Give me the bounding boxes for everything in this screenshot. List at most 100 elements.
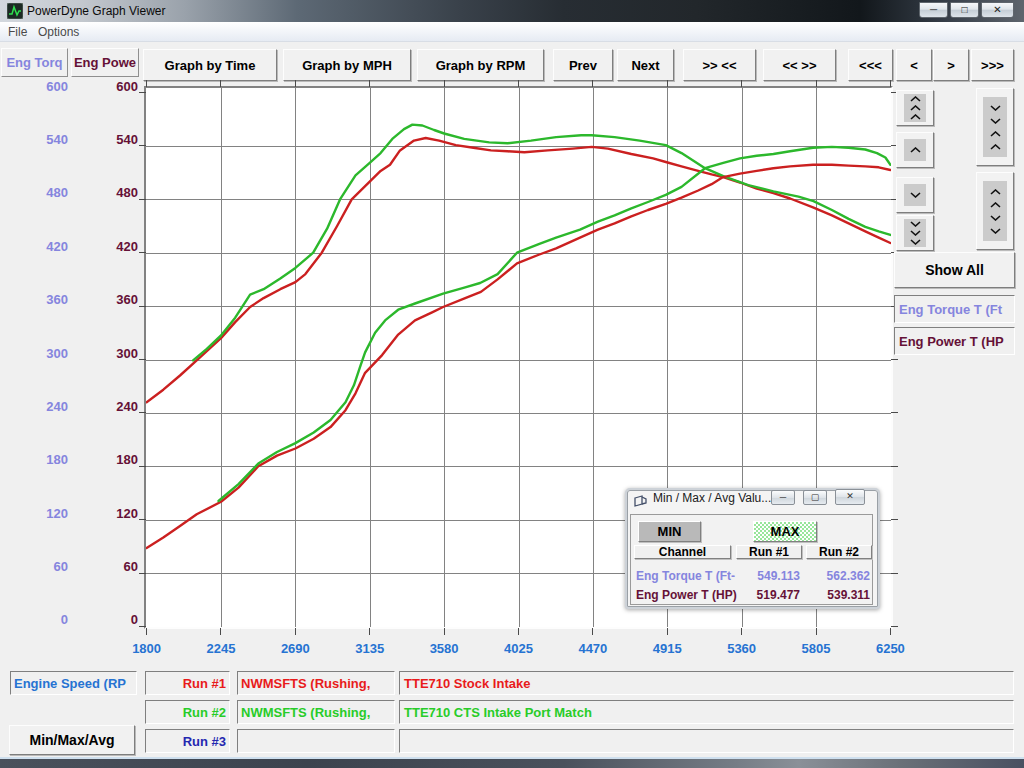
run-name-box-3 xyxy=(237,729,395,753)
y-axis-left-label: 60 xyxy=(28,559,68,574)
chevron-down-icon xyxy=(990,118,1001,124)
run-desc-1: TTE710 Stock Intake xyxy=(404,676,530,691)
zoom-out-button[interactable]: << >> xyxy=(763,49,836,81)
y-axis-left-label: 480 xyxy=(28,185,68,200)
menu-file[interactable]: File xyxy=(8,25,27,39)
y-tick-right xyxy=(891,359,898,360)
run-name-box-1: NWMSFTS (Rushing, xyxy=(237,671,395,695)
scroll-down-fast-button-inner xyxy=(904,219,926,247)
x-tick-top xyxy=(220,80,221,87)
x-tick-top xyxy=(146,80,147,87)
y-axis-right-label: 540 xyxy=(98,132,138,147)
y-tick-right xyxy=(891,519,898,520)
x-axis-label: 4915 xyxy=(637,641,697,656)
minmax-close-button[interactable]: ✕ xyxy=(835,489,865,505)
prev-button[interactable]: Prev xyxy=(553,49,613,81)
minmax-window-icon xyxy=(634,495,648,507)
scroll-down-button[interactable] xyxy=(896,177,934,213)
minmax-row-channel-1: Eng Torque T (Ft- xyxy=(636,569,735,583)
run-desc-2: TTE710 CTS Intake Port Match xyxy=(404,705,592,720)
minmax-minimize-button[interactable]: ─ xyxy=(771,490,795,505)
y-axis-right-label: 60 xyxy=(98,559,138,574)
y-axis-right-label: 360 xyxy=(98,292,138,307)
x-axis-label: 4025 xyxy=(489,641,549,656)
y-tick-left xyxy=(139,573,146,574)
window-title: PowerDyne Graph Viewer xyxy=(27,4,166,18)
y-tick-left xyxy=(139,306,146,307)
last-button[interactable]: >>> xyxy=(971,49,1014,81)
run-label-3: Run #3 xyxy=(183,734,226,749)
graph-by-rpm-button[interactable]: Graph by RPM xyxy=(417,49,544,81)
y-axis-right-label: 300 xyxy=(98,346,138,361)
chevron-up-icon xyxy=(910,114,921,120)
zoom-vertical-in-button[interactable] xyxy=(976,88,1014,166)
scroll-up-button-inner xyxy=(904,139,926,161)
x-tick-bottom xyxy=(518,628,519,635)
tab-eng-power[interactable]: Eng Powe xyxy=(71,48,139,77)
chevron-up-icon xyxy=(990,189,1001,195)
y-tick-right xyxy=(891,626,898,627)
minmax-row-run2-1: 562.362 xyxy=(806,569,870,583)
x-axis-label: 3135 xyxy=(340,641,400,656)
chevron-up-icon xyxy=(990,131,1001,137)
x-tick-top xyxy=(444,80,445,87)
x-tick-top xyxy=(295,80,296,87)
first-button[interactable]: <<< xyxy=(848,49,893,81)
chevron-down-icon xyxy=(990,215,1001,221)
chevron-up-icon xyxy=(910,147,921,153)
minmax-icon-wrap xyxy=(634,493,648,505)
zoom-vertical-out-button[interactable] xyxy=(976,172,1014,250)
graph-by-mph-button[interactable]: Graph by MPH xyxy=(283,49,411,81)
x-tick-top xyxy=(667,80,668,87)
x-axis-label: 5805 xyxy=(786,641,846,656)
run-label-box-3: Run #3 xyxy=(145,729,230,753)
app-icon xyxy=(7,3,23,19)
zoom-vertical-in-button-inner xyxy=(983,97,1007,157)
y-tick-left xyxy=(139,252,146,253)
chevron-down-icon xyxy=(990,105,1001,111)
max-button[interactable]: MAX xyxy=(753,521,817,542)
minimize-button[interactable]: ─ xyxy=(919,2,948,18)
menu-options[interactable]: Options xyxy=(38,25,79,39)
close-button[interactable]: ✕ xyxy=(981,2,1014,18)
y-axis-right-label: 600 xyxy=(98,79,138,94)
column-header-run2: Run #2 xyxy=(806,545,872,559)
chevron-down-icon xyxy=(910,230,921,236)
minmax-title: Min / Max / Avg Valu... xyxy=(653,491,771,505)
x-tick-bottom xyxy=(146,628,147,635)
left-button[interactable]: < xyxy=(896,49,932,81)
y-axis-left-label: 240 xyxy=(28,399,68,414)
x-tick-top xyxy=(518,80,519,87)
x-axis-label: 3580 xyxy=(414,641,474,656)
right-button[interactable]: > xyxy=(933,49,969,81)
scroll-up-fast-button-inner xyxy=(904,94,926,122)
y-axis-left-label: 360 xyxy=(28,292,68,307)
x-axis-label: 6250 xyxy=(860,641,920,656)
x-channel-label: Engine Speed (RP xyxy=(14,676,126,691)
tab-eng-torque[interactable]: Eng Torq xyxy=(1,48,68,77)
y-axis-right-label: 240 xyxy=(98,399,138,414)
y-tick-left xyxy=(139,145,146,146)
minmax-row-run1-2: 519.477 xyxy=(736,588,800,602)
show-all-button[interactable]: Show All xyxy=(894,252,1015,288)
x-tick-top xyxy=(816,80,817,87)
scroll-up-button[interactable] xyxy=(896,132,934,168)
run-desc-box-2: TTE710 CTS Intake Port Match xyxy=(399,700,1014,724)
minmax-avg-button[interactable]: Min/Max/Avg xyxy=(9,725,135,755)
x-tick-top xyxy=(369,80,370,87)
scroll-down-fast-button[interactable] xyxy=(896,215,934,251)
graph-by-time-button[interactable]: Graph by Time xyxy=(143,49,277,81)
x-tick-bottom xyxy=(816,628,817,635)
x-tick-top xyxy=(890,80,891,87)
minmax-restore-button[interactable]: ▢ xyxy=(803,490,827,505)
y-axis-left-label: 120 xyxy=(28,506,68,521)
maximize-button[interactable]: □ xyxy=(950,2,979,18)
tab-eng-torque-label: Eng Torq xyxy=(6,55,62,70)
zoom-in-button[interactable]: >> << xyxy=(683,49,756,81)
scroll-up-fast-button[interactable] xyxy=(896,90,934,126)
y-axis-left-label: 420 xyxy=(28,239,68,254)
next-button[interactable]: Next xyxy=(617,49,674,81)
zoom-vertical-out-button-inner xyxy=(983,181,1007,241)
min-button[interactable]: MIN xyxy=(638,521,701,542)
x-axis-label: 4470 xyxy=(563,641,623,656)
